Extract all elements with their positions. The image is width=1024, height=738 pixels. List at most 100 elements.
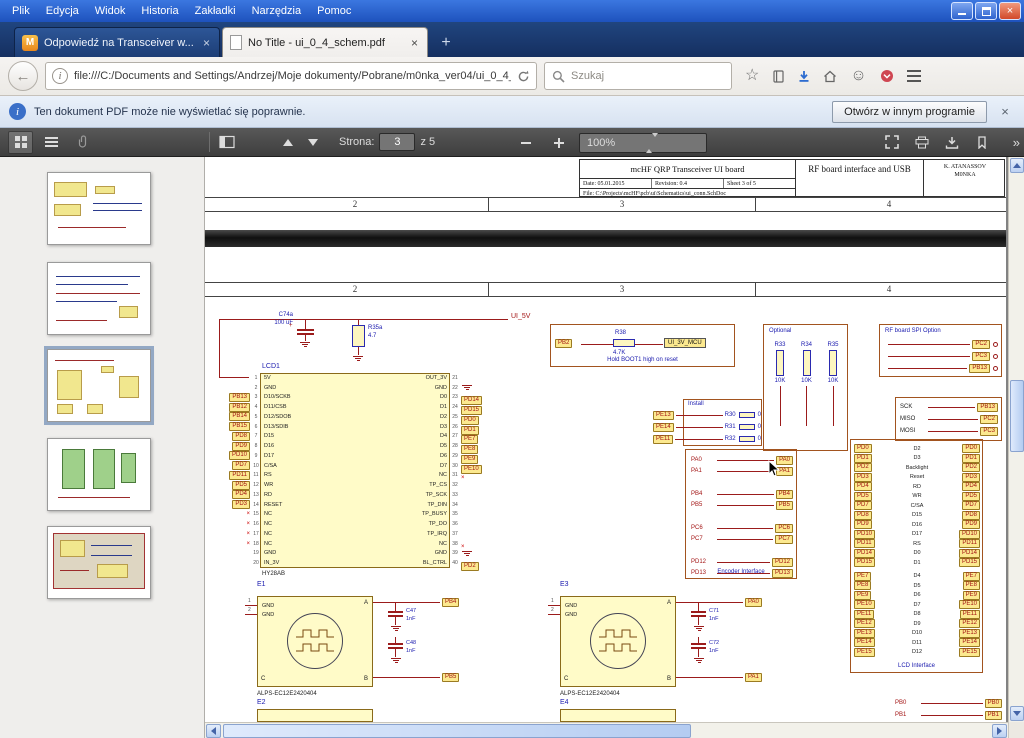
- optional-resistor: R3410K: [795, 341, 819, 426]
- page-thumbnail[interactable]: [47, 172, 151, 245]
- pin-name: D13/SDIB: [261, 424, 333, 430]
- open-in-other-program-button[interactable]: Otwórz w innym programie: [832, 101, 987, 123]
- search-bar[interactable]: Szukaj: [544, 62, 732, 90]
- home-icon[interactable]: [823, 70, 837, 83]
- tab-close-icon[interactable]: ×: [409, 36, 420, 50]
- lcd-interface-row: PD8D15PD8: [854, 511, 980, 521]
- ground-symbol: [693, 626, 705, 631]
- signal-name: RD: [872, 483, 963, 491]
- pin-number: 34: [450, 502, 460, 508]
- menu-zakladki[interactable]: Zakładki: [187, 2, 244, 20]
- port-label: PD0: [854, 444, 872, 453]
- toggle-sidebar-button[interactable]: [214, 131, 239, 154]
- scroll-right-button[interactable]: [992, 724, 1007, 738]
- download-icon: [945, 136, 959, 149]
- install-jumper-row: PE14R310: [653, 421, 761, 433]
- schematic-date: Date: 05.01.2015: [580, 179, 652, 188]
- menu-edycja[interactable]: Edycja: [38, 2, 87, 20]
- tab-close-icon[interactable]: ×: [201, 36, 212, 50]
- capacitor-symbol: [388, 643, 403, 645]
- pin-name: D6: [378, 453, 450, 459]
- scroll-up-button[interactable]: [1010, 158, 1024, 173]
- port-label: PD2: [461, 562, 479, 571]
- pin-name: RESET: [261, 502, 333, 508]
- attachments-view-button[interactable]: [70, 131, 95, 154]
- resistor-ref: R32: [725, 435, 736, 443]
- thumbnails-view-button[interactable]: [8, 131, 33, 154]
- wire: [373, 677, 440, 678]
- previous-page-button[interactable]: [275, 131, 300, 154]
- menu-pomoc[interactable]: Pomoc: [309, 2, 359, 20]
- url-text: file:///C:/Documents and Settings/Andrze…: [74, 70, 511, 82]
- zoom-level-select[interactable]: 100%: [579, 133, 707, 153]
- scrollbar-thumb[interactable]: [223, 724, 691, 738]
- page-thumbnail[interactable]: [47, 526, 151, 599]
- ruler-tick: [755, 283, 756, 296]
- outline-view-button[interactable]: [39, 131, 64, 154]
- tab-forum-page[interactable]: M Odpowiedź na Transceiver w... ×: [14, 27, 220, 57]
- notification-close-icon[interactable]: ×: [995, 104, 1015, 119]
- close-button[interactable]: ×: [999, 2, 1021, 20]
- reload-icon[interactable]: [517, 70, 530, 83]
- url-bar[interactable]: i file:///C:/Documents and Settings/Andr…: [45, 62, 537, 90]
- pin-name: TP_DO: [378, 521, 450, 527]
- scroll-down-button[interactable]: [1010, 706, 1024, 721]
- thumbnail-art: [58, 227, 125, 228]
- port-row: PB0PB0: [895, 697, 1002, 709]
- scroll-left-button[interactable]: [206, 724, 221, 738]
- pocket-icon[interactable]: [880, 69, 894, 83]
- bookmarks-menu-icon[interactable]: [772, 70, 785, 83]
- presentation-mode-button[interactable]: [879, 131, 904, 154]
- bookmark-star-icon[interactable]: ☆: [745, 68, 759, 84]
- more-tools-button[interactable]: »: [1013, 135, 1020, 150]
- port-label: PD4: [854, 482, 872, 491]
- signal-name: WR: [872, 492, 963, 500]
- no-connect-mark: ×: [246, 531, 250, 537]
- ground-symbol: [390, 658, 402, 663]
- lcd-interface-row: PD11RSPD11: [854, 539, 980, 549]
- back-button[interactable]: ←: [8, 61, 38, 91]
- search-placeholder: Szukaj: [571, 70, 604, 82]
- feedback-smiley-icon[interactable]: ☺: [850, 68, 866, 84]
- waveform-icon: [598, 628, 638, 654]
- page-info-icon[interactable]: i: [52, 68, 68, 84]
- new-tab-button[interactable]: +: [433, 30, 459, 55]
- download-button[interactable]: [939, 131, 964, 154]
- next-page-button[interactable]: [300, 131, 325, 154]
- waveform-icon: [296, 630, 334, 637]
- wire: [676, 602, 743, 603]
- downloads-icon[interactable]: [798, 70, 810, 83]
- menu-historia[interactable]: Historia: [133, 2, 186, 20]
- port-label: PB14: [229, 412, 250, 421]
- bookmark-button[interactable]: [969, 131, 994, 154]
- pdf-viewport[interactable]: mcHF QRP Transceiver UI board Date: 05.0…: [205, 157, 1008, 738]
- signal-name: RS: [875, 540, 960, 548]
- page-thumbnail[interactable]: [47, 438, 151, 511]
- menu-plik[interactable]: Plik: [4, 2, 38, 20]
- page-thumbnail[interactable]: [47, 262, 151, 335]
- left-ext: PB13: [205, 393, 251, 402]
- pin-letter: A: [364, 599, 368, 607]
- print-button[interactable]: [909, 131, 934, 154]
- page-number-input[interactable]: 3: [379, 133, 415, 151]
- menu-hamburger-icon[interactable]: [907, 70, 921, 82]
- page-thumbnail[interactable]: [47, 349, 151, 422]
- zoom-out-button[interactable]: [513, 131, 538, 154]
- maximize-button[interactable]: [975, 2, 997, 20]
- horizontal-scrollbar[interactable]: [205, 722, 1008, 738]
- menu-widok[interactable]: Widok: [87, 2, 134, 20]
- thumbnails-sidebar[interactable]: [0, 157, 205, 738]
- minimize-button[interactable]: [951, 2, 973, 20]
- lcd-interface-row: PD4RDPD4: [854, 482, 980, 492]
- port-label: PD5: [232, 481, 250, 490]
- pin-name: D7: [378, 463, 450, 469]
- tab-pdf-document[interactable]: No Title - ui_0_4_schem.pdf ×: [222, 27, 428, 57]
- scrollbar-thumb[interactable]: [1010, 380, 1024, 452]
- zoom-in-button[interactable]: [546, 131, 571, 154]
- pin-number: 29: [450, 453, 460, 459]
- vertical-scrollbar[interactable]: [1008, 157, 1024, 738]
- ruler-tick: [755, 198, 756, 211]
- lcd-connector: LCD1 15VOUT_3V212GNDGND22PB133D10/SCKBD0…: [205, 363, 535, 577]
- pin-name: OUT_3V: [378, 375, 450, 381]
- menu-narzedzia[interactable]: Narzędzia: [244, 2, 310, 20]
